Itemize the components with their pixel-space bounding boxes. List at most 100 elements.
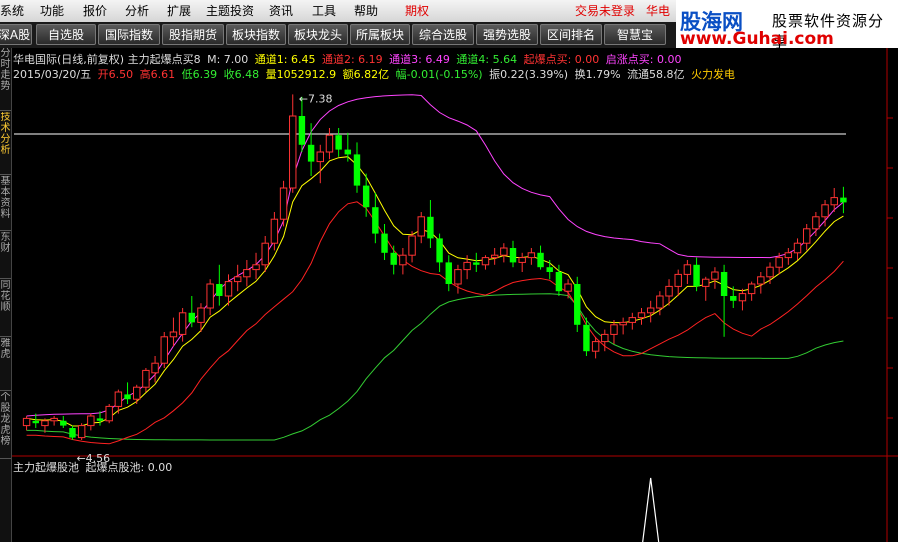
candle-body-up bbox=[114, 391, 123, 407]
candle-body-up bbox=[133, 386, 141, 400]
sub-panel-header: 主力起爆股池 起爆点股池: 0.00 bbox=[13, 459, 175, 475]
candle-body-up bbox=[518, 257, 526, 263]
candle-body-up bbox=[233, 276, 242, 283]
candle-body-up bbox=[527, 252, 536, 259]
candle-body-up bbox=[454, 269, 462, 285]
candle-body-up bbox=[22, 417, 31, 427]
candle-body-up bbox=[151, 362, 159, 374]
candle-body-down bbox=[124, 394, 131, 400]
candle-body-down bbox=[436, 238, 443, 263]
candle-body-up bbox=[197, 307, 205, 323]
candle-body-up bbox=[316, 151, 324, 163]
candle-body-down bbox=[372, 207, 379, 234]
signal-spike bbox=[642, 477, 660, 542]
candle-body-up bbox=[178, 312, 187, 335]
candle-body-down bbox=[32, 420, 39, 424]
candle-body-up bbox=[270, 218, 279, 244]
candle-body-down bbox=[335, 135, 342, 150]
candle-body-up bbox=[646, 307, 655, 314]
candle-body-down bbox=[840, 197, 847, 203]
candle-body-up bbox=[683, 264, 692, 275]
candle-body-up bbox=[87, 415, 95, 427]
candle-body-down bbox=[445, 262, 452, 284]
candle-body-down bbox=[353, 154, 361, 186]
candle-body-up bbox=[812, 216, 820, 230]
candle-body-down bbox=[427, 216, 434, 239]
candle-body-down bbox=[216, 284, 223, 296]
channel3-line bbox=[26, 94, 844, 417]
candle-body-up bbox=[77, 425, 86, 439]
candle-body-up bbox=[610, 324, 618, 335]
candle-body-up bbox=[408, 235, 416, 256]
candle-body-up bbox=[591, 341, 600, 352]
watermark-logo: 股海网 股票软件资源分享 www.Guhai.com bbox=[676, 0, 898, 51]
candle-body-down bbox=[730, 296, 737, 301]
candle-body-up bbox=[160, 336, 168, 364]
candle-body-up bbox=[757, 276, 765, 285]
sub-panel-title: 主力起爆股池 bbox=[13, 461, 79, 474]
candle-body-up bbox=[243, 269, 251, 278]
candle-body-down bbox=[307, 144, 315, 162]
candle-body-down bbox=[69, 428, 76, 438]
candle-body-up bbox=[50, 417, 58, 422]
candle-body-up bbox=[142, 369, 150, 388]
channel4-line bbox=[26, 293, 844, 441]
candle-body-up bbox=[656, 295, 664, 309]
candle-body-up bbox=[711, 271, 719, 280]
candle-body-up bbox=[802, 228, 811, 244]
candle-body-up bbox=[821, 204, 829, 218]
candle-body-down bbox=[344, 149, 352, 155]
candle-body-up bbox=[261, 242, 269, 266]
candle-body-down bbox=[574, 284, 581, 325]
candle-body-down bbox=[473, 262, 480, 265]
candle-body-up bbox=[775, 257, 783, 268]
candle-body-up bbox=[793, 242, 802, 254]
candle-body-down bbox=[362, 185, 370, 208]
candle-body-up bbox=[784, 252, 793, 259]
candle-body-up bbox=[224, 281, 233, 297]
candle-body-down bbox=[546, 267, 553, 272]
candle-body-down bbox=[381, 233, 388, 253]
candle-body-down bbox=[60, 420, 67, 426]
candle-body-up bbox=[766, 266, 774, 278]
candle-body-down bbox=[693, 264, 700, 287]
high-price-label: ←7.38 bbox=[299, 92, 333, 105]
candle-body-up bbox=[738, 293, 747, 302]
candle-body-up bbox=[747, 283, 756, 295]
channel2-line bbox=[26, 201, 844, 445]
candle-body-up bbox=[289, 115, 297, 189]
candle-body-up bbox=[325, 134, 334, 153]
candle-body-down bbox=[188, 312, 196, 323]
sub-panel-value: 起爆点股池: 0.00 bbox=[85, 461, 173, 474]
candle-body-down bbox=[509, 248, 517, 263]
candle-body-down bbox=[555, 272, 563, 292]
candle-body-up bbox=[417, 216, 425, 237]
candle-body-up bbox=[830, 197, 838, 206]
candle-body-up bbox=[481, 257, 490, 266]
candle-body-up bbox=[702, 278, 710, 287]
candle-body-up bbox=[41, 420, 49, 427]
candle-body-down bbox=[720, 272, 728, 296]
candle-body-down bbox=[390, 252, 397, 265]
candle-body-up bbox=[619, 321, 627, 326]
candle-body-up bbox=[463, 261, 471, 271]
candle-body-up bbox=[206, 283, 214, 309]
candle-body-up bbox=[564, 283, 572, 292]
candle-body-down bbox=[298, 116, 306, 145]
candle-body-up bbox=[399, 254, 407, 266]
watermark-url: www.Guhai.com bbox=[680, 29, 834, 49]
candle-body-up bbox=[500, 247, 508, 256]
candle-body-up bbox=[279, 187, 288, 220]
candle-body-up bbox=[169, 331, 178, 338]
candle-body-down bbox=[583, 324, 590, 352]
candle-body-up bbox=[665, 285, 673, 297]
candle-body-down bbox=[96, 418, 104, 421]
candle-body-up bbox=[601, 333, 609, 343]
candle-body-up bbox=[252, 264, 260, 271]
candle-body-up bbox=[674, 273, 682, 287]
candle-body-up bbox=[628, 317, 637, 323]
candle-body-down bbox=[537, 252, 544, 268]
candle-body-up bbox=[490, 254, 499, 259]
candle-body-up bbox=[637, 312, 646, 319]
candle-body-up bbox=[105, 405, 113, 422]
